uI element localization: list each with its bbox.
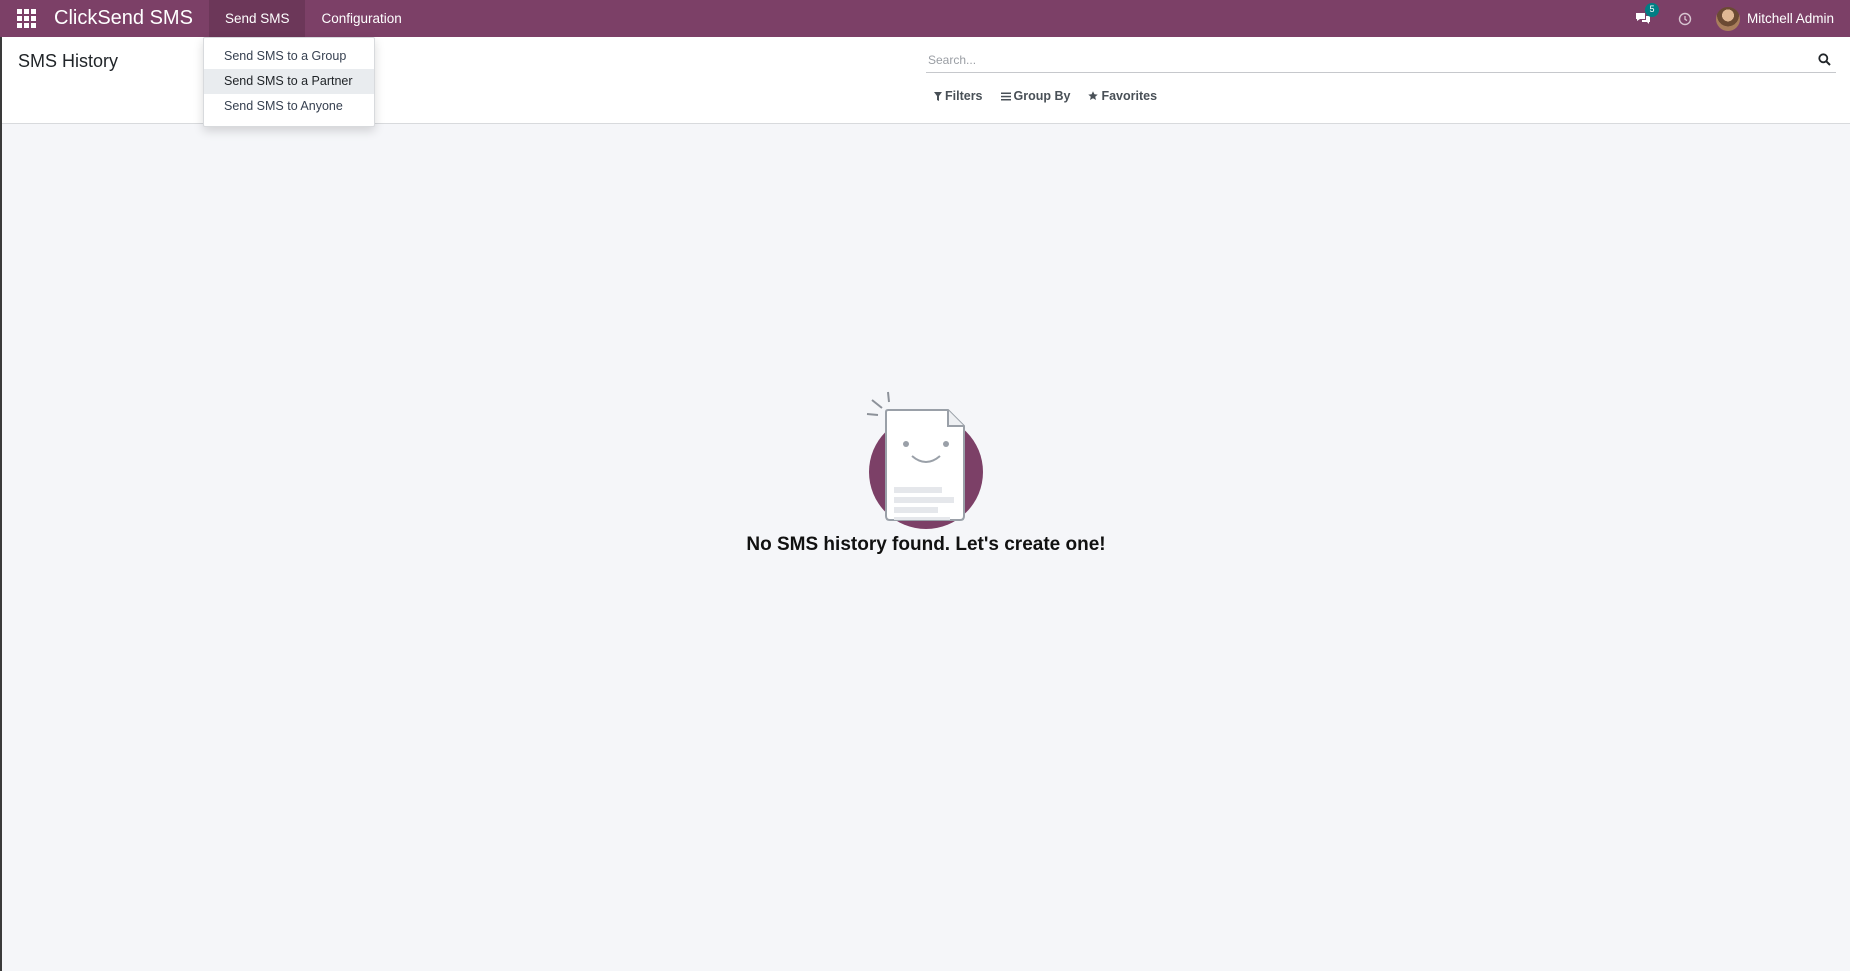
search-input[interactable]: [926, 52, 1812, 67]
apps-grid-icon: [16, 9, 36, 28]
apps-menu-button[interactable]: [4, 0, 48, 37]
menu-configuration[interactable]: Configuration: [305, 0, 417, 37]
dropdown-item-send-to-partner[interactable]: Send SMS to a Partner: [204, 69, 374, 94]
filter-icon: [934, 91, 942, 101]
favorites-button[interactable]: Favorites: [1088, 89, 1157, 103]
activities-button[interactable]: [1664, 0, 1706, 37]
top-navbar: ClickSend SMS Send SMS Configuration 5 M…: [0, 0, 1850, 37]
app-brand[interactable]: ClickSend SMS: [54, 7, 193, 30]
avatar: [1715, 6, 1740, 31]
messages-badge: 5: [1644, 3, 1659, 17]
left-edge-divider: [0, 37, 2, 971]
search-button[interactable]: [1812, 48, 1836, 72]
filters-button[interactable]: Filters: [934, 89, 983, 103]
systray: 5 Mitchell Admin: [1622, 0, 1850, 37]
star-icon: [1088, 91, 1099, 100]
search-icon: [1817, 53, 1831, 66]
empty-state-message: No SMS history found. Let's create one!: [746, 534, 1106, 555]
group-by-button[interactable]: Group By: [1000, 89, 1071, 103]
send-sms-dropdown: Send SMS to a Group Send SMS to a Partne…: [203, 37, 375, 127]
search-bar: [926, 47, 1836, 73]
dropdown-item-send-to-anyone[interactable]: Send SMS to Anyone: [204, 94, 374, 119]
user-menu[interactable]: Mitchell Admin: [1706, 0, 1850, 37]
filters-label: Filters: [945, 89, 983, 103]
clock-icon: [1678, 12, 1692, 25]
search-options: Filters Group By Favorites: [934, 89, 1157, 103]
empty-document-illustration: [866, 391, 983, 529]
menu-send-sms[interactable]: Send SMS: [208, 0, 306, 37]
group-by-icon: [1000, 92, 1011, 100]
favorites-label: Favorites: [1101, 89, 1158, 103]
group-by-label: Group By: [1013, 89, 1071, 103]
page-title: SMS History: [18, 51, 119, 71]
user-name: Mitchell Admin: [1746, 11, 1834, 26]
dropdown-item-send-to-group[interactable]: Send SMS to a Group: [204, 44, 374, 69]
messages-button[interactable]: 5: [1622, 0, 1664, 37]
